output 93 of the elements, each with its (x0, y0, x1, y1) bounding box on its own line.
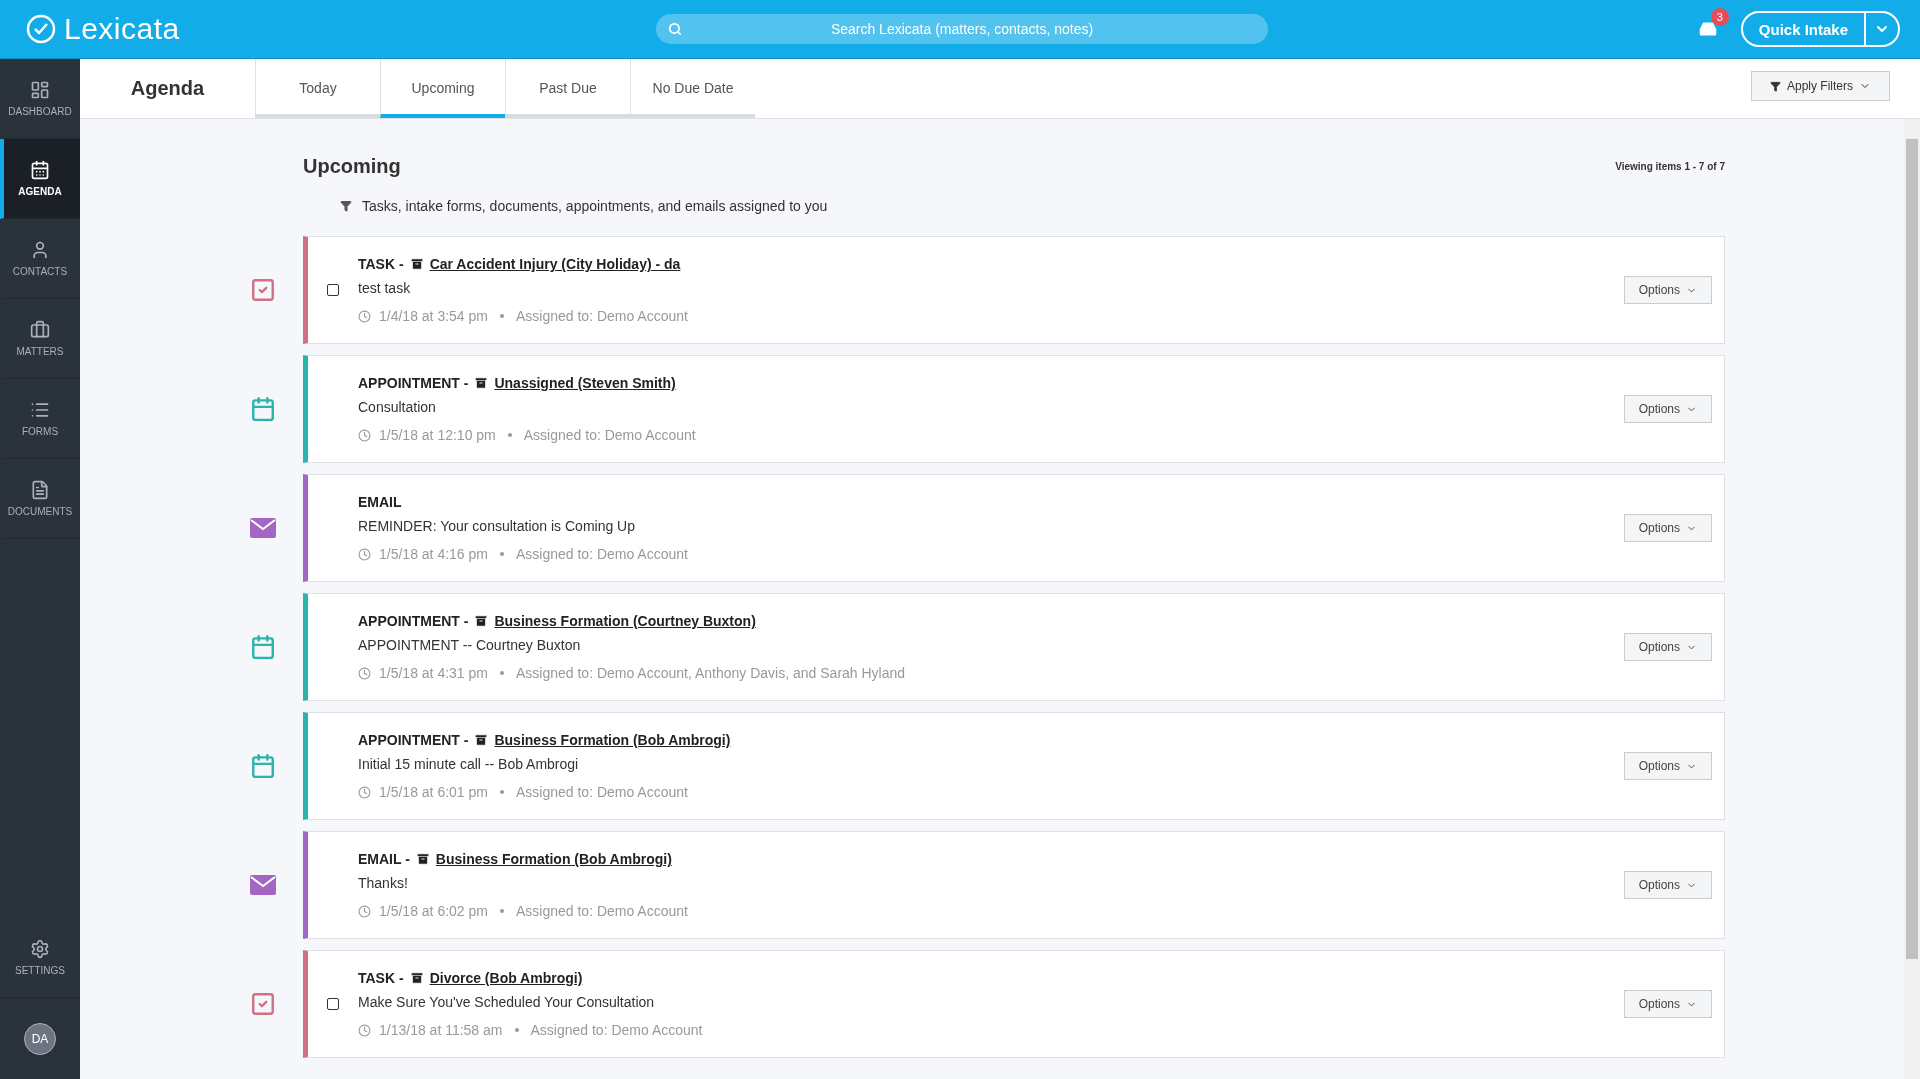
calendar-icon (250, 396, 276, 422)
envelope-icon (250, 875, 276, 895)
list-title: Upcoming (303, 155, 401, 178)
sidebar-item[interactable]: MATTERS (0, 299, 80, 379)
filter-icon (340, 200, 352, 212)
clock-icon (358, 785, 371, 799)
item-assignee: Assigned to: Demo Account (515, 784, 688, 800)
options-button[interactable]: Options (1623, 752, 1712, 780)
archive-box-icon (409, 971, 424, 985)
calendar-icon (250, 753, 276, 779)
clock-icon (358, 1023, 371, 1037)
item-type: TASK - (358, 970, 404, 986)
scrollbar[interactable] (1904, 119, 1920, 1079)
clock-icon (358, 666, 371, 680)
list-icon (30, 400, 50, 420)
archive-box-icon (474, 614, 489, 628)
item-type: APPOINTMENT - (358, 732, 469, 748)
briefcase-icon (30, 320, 50, 340)
item-subject: test task (358, 280, 412, 296)
item-assignee: Assigned to: Demo Account (515, 903, 688, 919)
tab[interactable]: Today (255, 59, 380, 118)
item-type: EMAIL (358, 494, 402, 510)
item-time: 1/5/18 at 6:01 pm (379, 784, 488, 800)
page-title: Agenda (129, 76, 206, 101)
options-button[interactable]: Options (1623, 514, 1712, 542)
settings-icon (30, 939, 50, 959)
checked-square-icon (250, 991, 276, 1017)
archive-box-icon (474, 376, 489, 390)
item-time: 1/13/18 at 11:58 am (379, 1022, 503, 1038)
notification-count: 3 (1710, 8, 1729, 26)
clock-icon (358, 547, 371, 561)
tab[interactable]: No Due Date (630, 59, 755, 118)
tab[interactable]: Past Due (505, 59, 630, 118)
sidebar-item[interactable]: AGENDA (0, 139, 80, 219)
archive-box-icon (474, 733, 489, 747)
item-type: APPOINTMENT - (358, 375, 469, 391)
avatar[interactable]: DA (24, 1023, 56, 1055)
matter-link[interactable]: Business Formation (Courtney Buxton) (494, 613, 756, 629)
item-time: 1/4/18 at 3:54 pm (379, 308, 488, 324)
sidebar-item[interactable]: FORMS (0, 379, 80, 459)
item-assignee: Assigned to: Demo Account (523, 427, 696, 443)
archive-box-icon (409, 257, 424, 271)
archive-box-icon (415, 852, 430, 866)
document-icon (30, 480, 50, 500)
matter-link[interactable]: Divorce (Bob Ambrogi) (429, 970, 583, 986)
clock-icon (358, 309, 371, 323)
matter-link[interactable]: Unassigned (Steven Smith) (494, 375, 676, 391)
item-time: 1/5/18 at 4:31 pm (379, 665, 488, 681)
item-type: TASK - (358, 256, 404, 272)
checked-square-icon (250, 277, 276, 303)
sidebar-item[interactable]: DOCUMENTS (0, 459, 80, 539)
envelope-icon (250, 518, 276, 538)
item-time: 1/5/18 at 12:10 pm (379, 427, 496, 443)
clock-icon (358, 904, 371, 918)
apply-filters-button[interactable]: Apply Filters (1750, 71, 1890, 101)
matter-link[interactable]: Business Formation (Bob Ambrogi) (494, 732, 731, 748)
checkmark-circle-icon (26, 14, 56, 44)
sidebar-item[interactable]: CONTACTS (0, 219, 80, 299)
checkbox[interactable] (327, 998, 339, 1010)
sidebar-item[interactable]: SETTINGS (0, 918, 80, 998)
search-field[interactable]: Search Lexicata (matters, contacts, notes) (656, 14, 1268, 44)
list-description: Tasks, intake forms, documents, appointments, and emails assigned to you (362, 198, 828, 214)
calendar-icon (30, 160, 50, 180)
options-button[interactable]: Options (1623, 871, 1712, 899)
person-icon (30, 240, 50, 260)
calendar-icon (250, 634, 276, 660)
matter-link[interactable]: Business Formation (Bob Ambrogi) (435, 851, 672, 867)
checkbox[interactable] (327, 284, 339, 296)
item-subject: Thanks! (358, 875, 409, 891)
item-assignee: Assigned to: Demo Account, Anthony Davis, and Sarah Hyland (515, 665, 906, 681)
item-subject: APPOINTMENT -- Courtney Buxton (358, 637, 582, 653)
item-subject: Consultation (358, 399, 437, 415)
item-subject: Make Sure You've Scheduled Your Consultation (358, 994, 656, 1010)
options-button[interactable]: Options (1623, 990, 1712, 1018)
item-time: 1/5/18 at 6:02 pm (379, 903, 488, 919)
logo-text: Lexicata (64, 12, 180, 46)
clock-icon (358, 428, 371, 442)
options-button[interactable]: Options (1623, 633, 1712, 661)
dashboard-icon (30, 80, 50, 100)
item-assignee: Assigned to: Demo Account (530, 1022, 703, 1038)
options-button[interactable]: Options (1623, 395, 1712, 423)
item-subject: REMINDER: Your consultation is Coming Up (358, 518, 636, 534)
filter-icon (1769, 80, 1781, 92)
item-assignee: Assigned to: Demo Account (515, 546, 688, 562)
item-assignee: Assigned to: Demo Account (515, 308, 688, 324)
matter-link[interactable]: Car Accident Injury (City Holiday) - da (429, 256, 681, 272)
item-count: Viewing items 1 - 7 of 7 (1615, 161, 1725, 172)
options-button[interactable]: Options (1623, 276, 1712, 304)
item-time: 1/5/18 at 4:16 pm (379, 546, 488, 562)
item-type: APPOINTMENT - (358, 613, 469, 629)
item-subject: Initial 15 minute call -- Bob Ambrogi (358, 756, 580, 772)
item-type: EMAIL - (358, 851, 410, 867)
tab[interactable]: Upcoming (380, 59, 505, 118)
